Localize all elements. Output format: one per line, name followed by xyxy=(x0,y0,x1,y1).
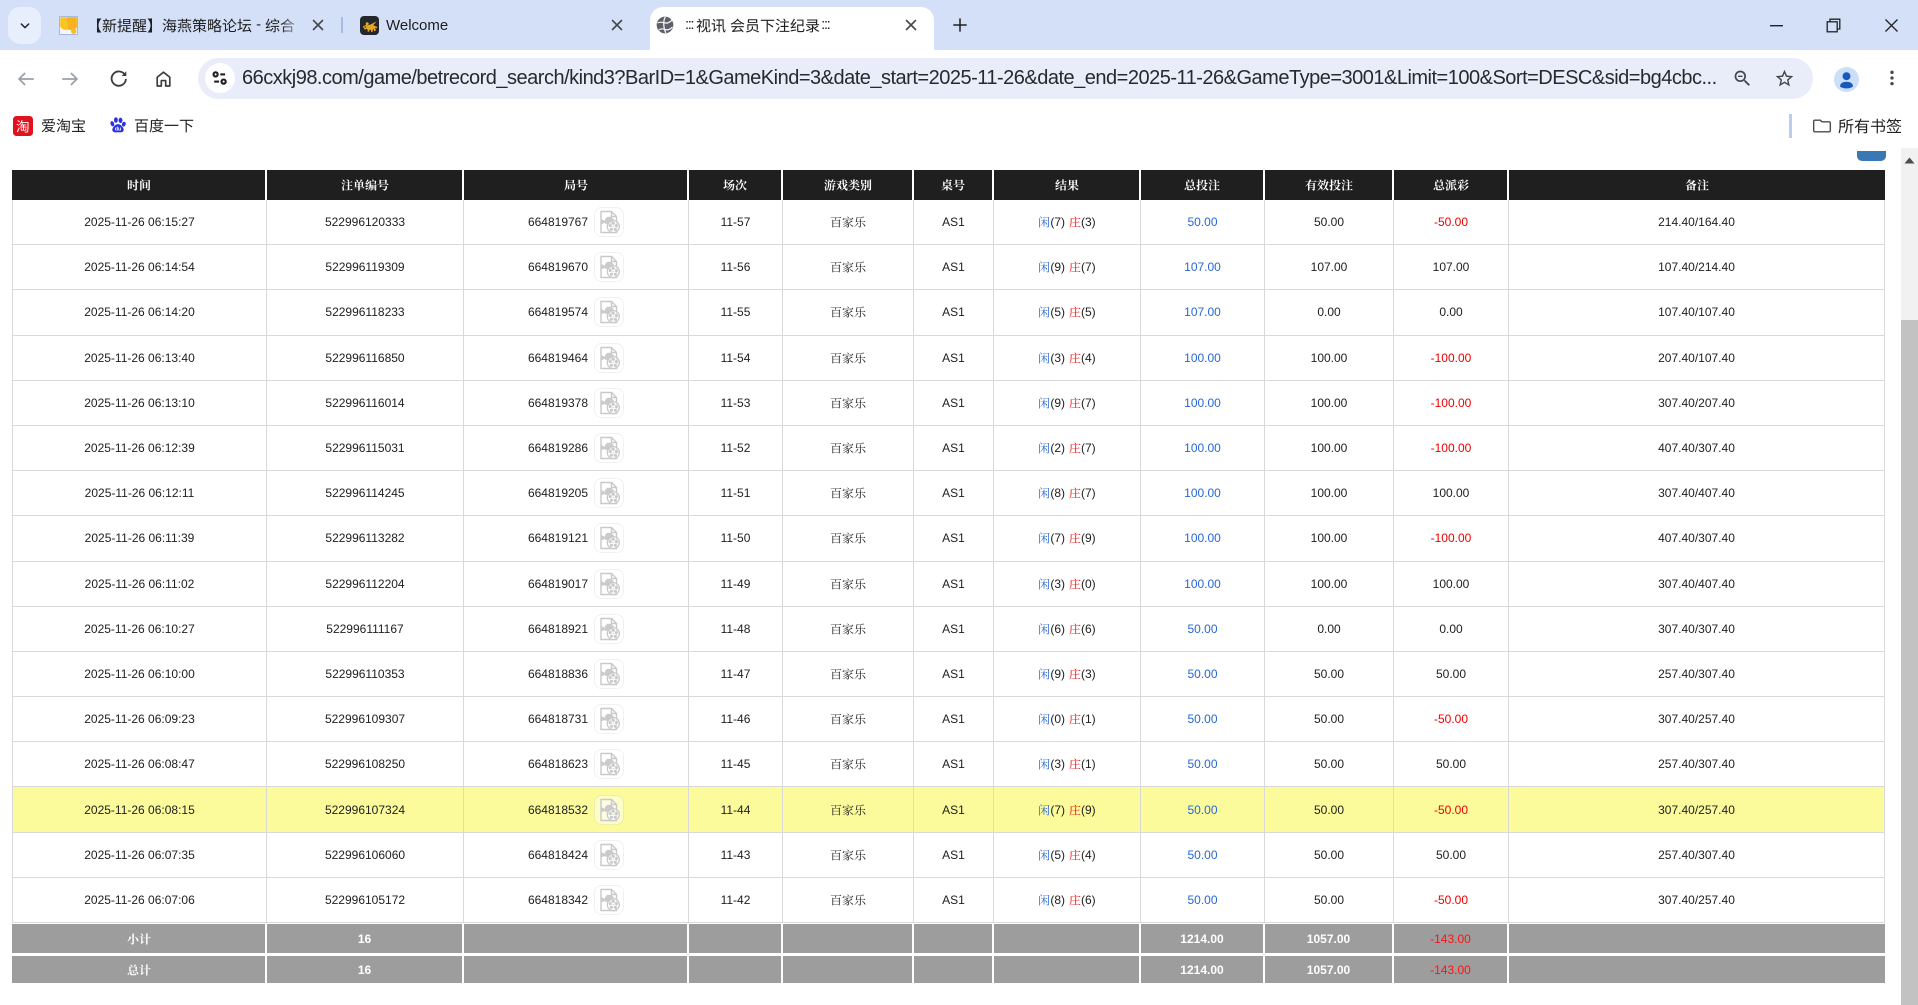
svg-text:du: du xyxy=(115,126,122,132)
